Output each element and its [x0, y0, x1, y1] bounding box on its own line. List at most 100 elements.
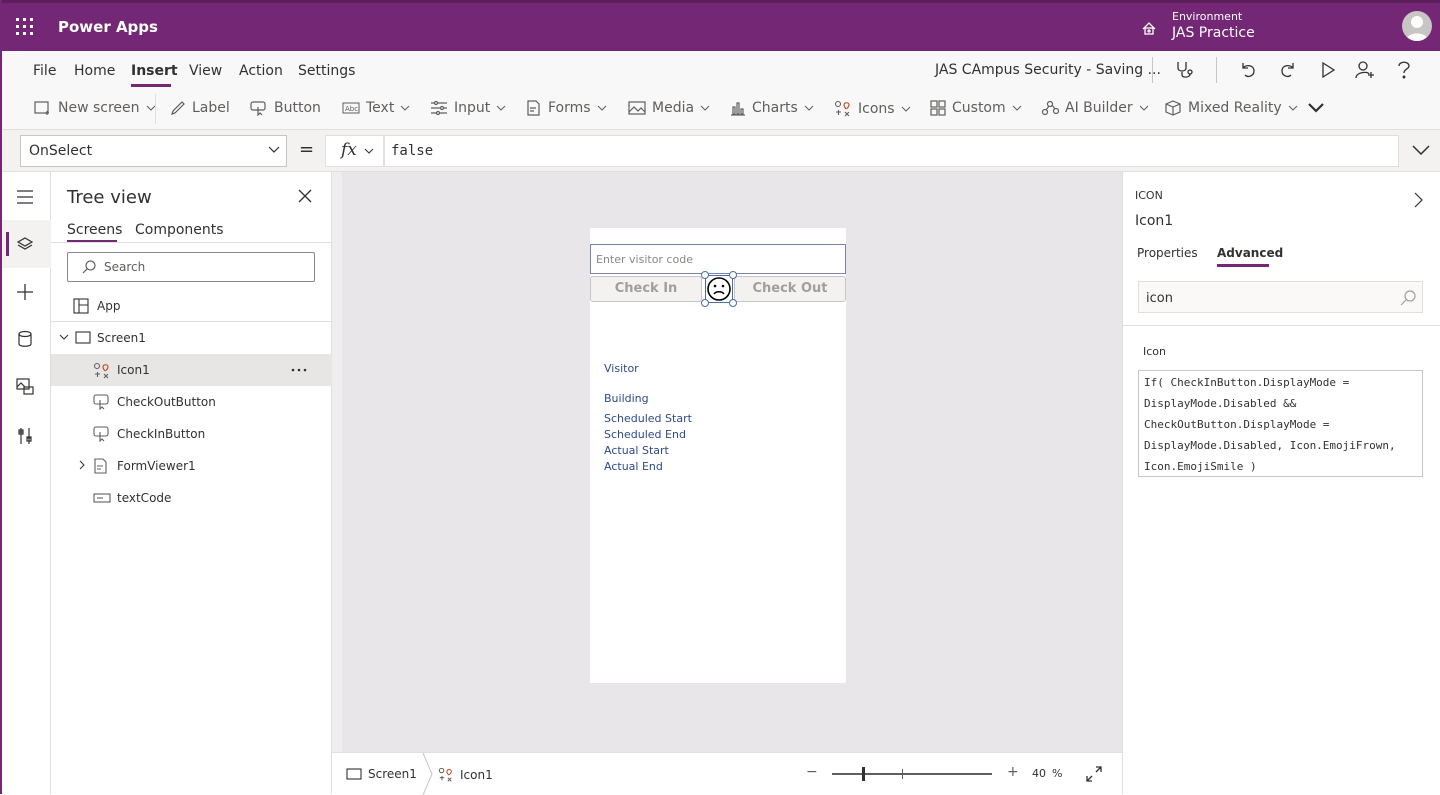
check-out-button[interactable]: Check Out	[734, 276, 846, 302]
data-icon[interactable]	[16, 330, 34, 348]
icons-menu-button[interactable]: Icons	[834, 100, 911, 118]
ai-builder-menu-button[interactable]: AI Builder	[1041, 100, 1149, 116]
app-name[interactable]: Power Apps	[58, 18, 158, 36]
input-menu-button[interactable]: Input	[430, 100, 506, 116]
chevron-down-icon	[364, 148, 374, 154]
ai-builder-label: AI Builder	[1065, 100, 1133, 116]
check-in-button[interactable]: Check In	[590, 276, 702, 302]
menu-insert[interactable]: Insert	[131, 63, 178, 79]
ribbon-more-button[interactable]	[1307, 102, 1325, 114]
menu-home[interactable]: Home	[74, 63, 115, 79]
environment-icon[interactable]	[1140, 19, 1158, 37]
redo-icon[interactable]	[1278, 60, 1298, 80]
chevron-down-icon	[597, 105, 606, 111]
tree-item-textcode[interactable]: textCode	[51, 482, 332, 514]
tree-item-screen1[interactable]: Screen1	[51, 322, 332, 354]
zoom-value[interactable]: 40	[1032, 767, 1046, 780]
app-launcher-icon[interactable]	[16, 18, 34, 36]
insert-icon[interactable]	[16, 283, 34, 301]
divider	[1123, 325, 1440, 326]
canvas-scrollbar[interactable]	[332, 172, 342, 752]
collapse-panel-icon[interactable]	[1414, 192, 1424, 208]
zoom-slider-thumb[interactable]	[862, 767, 865, 781]
forms-label: Forms	[548, 100, 591, 116]
divider	[1152, 57, 1153, 83]
zoom-out-button[interactable]: −	[806, 764, 818, 780]
breadcrumb-icon1[interactable]: Icon1	[438, 767, 493, 783]
mixed-reality-menu-button[interactable]: Mixed Reality	[1164, 100, 1298, 116]
menu-action[interactable]: Action	[239, 63, 283, 79]
custom-menu-button[interactable]: Custom	[930, 100, 1022, 116]
new-screen-label: New screen	[58, 100, 140, 116]
app-screen[interactable]: Enter visitor code Check In Check Out Vi…	[590, 228, 846, 683]
tree-item-label: Screen1	[97, 331, 146, 345]
zoom-in-button[interactable]: +	[1007, 764, 1019, 780]
resize-handle[interactable]	[729, 271, 737, 279]
media-menu-button[interactable]: Media	[628, 100, 710, 116]
button-button[interactable]: Button	[250, 100, 321, 116]
control-name[interactable]: Icon1	[1135, 213, 1173, 229]
window-border	[0, 0, 2, 794]
mixed-reality-icon	[1165, 100, 1181, 116]
hamburger-icon[interactable]	[16, 190, 34, 204]
tab-properties[interactable]: Properties	[1137, 246, 1198, 260]
tree-item-label: FormViewer1	[117, 459, 196, 473]
chevron-down-icon	[700, 105, 710, 111]
tree-view-icon[interactable]	[16, 236, 34, 252]
tree-item-icon1[interactable]: Icon1	[51, 354, 332, 386]
tree-item-app[interactable]: App	[51, 290, 332, 322]
formula-input[interactable]: false	[384, 135, 1399, 167]
property-formula-editor[interactable]: If( CheckInButton.DisplayMode = DisplayM…	[1138, 370, 1423, 477]
tab-components[interactable]: Components	[135, 222, 224, 238]
tab-screens[interactable]: Screens	[67, 222, 122, 238]
advanced-tools-icon[interactable]	[16, 427, 34, 445]
menu-file[interactable]: File	[33, 63, 56, 79]
fit-to-window-icon[interactable]	[1086, 766, 1102, 782]
user-avatar[interactable]	[1402, 11, 1432, 41]
properties-panel: ICON Icon1 Properties Advanced icon Icon…	[1122, 172, 1440, 794]
forms-menu-button[interactable]: Forms	[526, 100, 607, 116]
tree-search-input[interactable]: Search	[67, 252, 315, 282]
formula-bar: OnSelect = fx false	[0, 130, 1440, 172]
search-placeholder: Search	[104, 260, 146, 274]
visitor-code-input[interactable]: Enter visitor code	[590, 244, 846, 274]
property-search-input[interactable]: icon	[1138, 281, 1423, 313]
help-icon[interactable]	[1396, 60, 1412, 80]
resize-handle[interactable]	[701, 299, 709, 307]
chevron-down-icon	[400, 105, 410, 111]
property-dropdown[interactable]: OnSelect	[20, 135, 287, 167]
environment-name[interactable]: JAS Practice	[1172, 25, 1255, 41]
undo-icon[interactable]	[1238, 60, 1258, 80]
custom-icon	[930, 100, 946, 116]
play-icon[interactable]	[1318, 60, 1338, 80]
resize-handle[interactable]	[701, 271, 709, 279]
custom-label: Custom	[952, 100, 1006, 116]
button-icon	[93, 394, 109, 410]
share-icon[interactable]	[1354, 60, 1376, 80]
status-bar: Screen1 Icon1 − + 40 %	[332, 752, 1122, 795]
breadcrumb-screen1[interactable]: Screen1	[346, 767, 417, 781]
insert-ribbon: New screen Label Button Abc Text Input F…	[0, 88, 1440, 130]
search-icon	[82, 260, 96, 274]
tree-item-checkinbutton[interactable]: CheckInButton	[51, 418, 332, 450]
icons-icon	[438, 767, 452, 782]
fx-button[interactable]: fx	[325, 135, 384, 167]
resize-handle[interactable]	[729, 299, 737, 307]
menu-settings[interactable]: Settings	[298, 63, 355, 79]
tab-advanced[interactable]: Advanced	[1217, 246, 1283, 260]
tree-item-formviewer1[interactable]: FormViewer1	[51, 450, 332, 482]
forms-icon	[527, 100, 540, 116]
expand-formula-icon[interactable]	[1412, 145, 1430, 155]
input-label: Input	[454, 100, 491, 116]
charts-menu-button[interactable]: Charts	[730, 100, 814, 116]
label-button[interactable]: Label	[170, 100, 230, 116]
close-icon[interactable]	[298, 189, 312, 203]
app-checker-icon[interactable]	[1174, 60, 1196, 80]
menu-view[interactable]: View	[189, 63, 222, 79]
media-rail-icon[interactable]	[16, 377, 34, 395]
text-menu-button[interactable]: Abc Text	[342, 100, 410, 116]
form-icon	[94, 458, 107, 474]
tree-item-checkoutbutton[interactable]: CheckOutButton	[51, 386, 332, 418]
zoom-slider[interactable]	[832, 773, 992, 775]
new-screen-button[interactable]: New screen	[34, 100, 156, 116]
